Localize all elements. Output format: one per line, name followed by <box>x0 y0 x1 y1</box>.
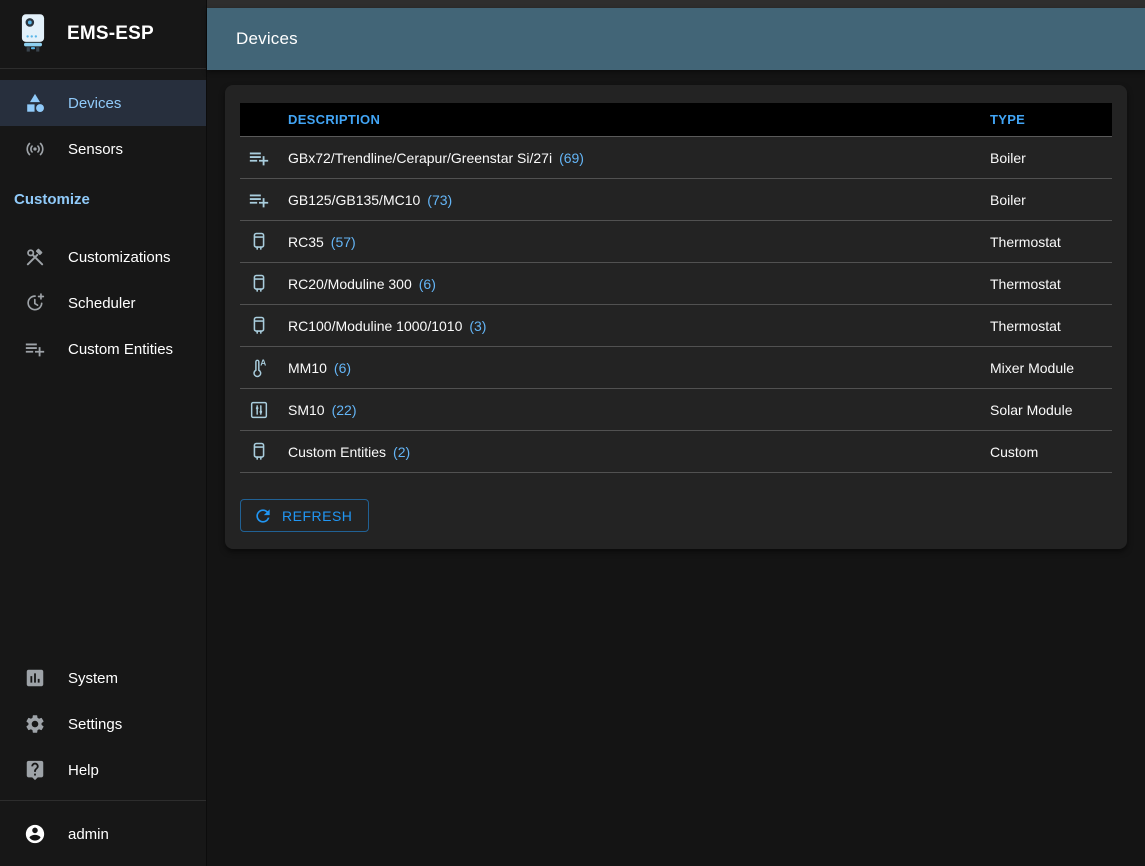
sidebar-item-custom-entities[interactable]: Custom Entities <box>0 326 206 372</box>
device-entity-count: (22) <box>332 402 357 418</box>
device-type: Thermostat <box>990 318 1112 334</box>
device-entity-count: (3) <box>469 318 486 334</box>
table-row[interactable]: GBx72/Trendline/Cerapur/Greenstar Si/27i… <box>240 137 1112 179</box>
sidebar-header: EMS-ESP <box>0 0 206 69</box>
device-type: Boiler <box>990 192 1112 208</box>
category-icon <box>24 92 46 114</box>
sidebar-bottom-nav: System Settings Help <box>0 655 206 793</box>
refresh-button[interactable]: REFRESH <box>240 499 369 532</box>
device-type: Thermostat <box>990 276 1112 292</box>
sidebar-item-system[interactable]: System <box>0 655 206 701</box>
table-row[interactable]: GB125/GB135/MC10 (73) Boiler <box>240 179 1112 221</box>
device-type: Custom <box>990 444 1112 460</box>
sidebar-item-scheduler[interactable]: Scheduler <box>0 280 206 326</box>
device-entity-count: (73) <box>427 192 452 208</box>
sidebar-item-label: Help <box>68 762 99 779</box>
sidebar-customize-nav: Customizations Scheduler Custom Entities <box>0 234 206 372</box>
top-strip <box>207 0 1145 8</box>
device-entity-count: (6) <box>419 276 436 292</box>
solar-module-icon <box>240 399 288 421</box>
sidebar-item-customizations[interactable]: Customizations <box>0 234 206 280</box>
refresh-icon <box>253 506 273 526</box>
user-name: admin <box>68 826 109 843</box>
sidebar-item-devices[interactable]: Devices <box>0 80 206 126</box>
device-entity-count: (2) <box>393 444 410 460</box>
device-icon <box>240 231 288 253</box>
device-description: Custom Entities <box>288 444 386 460</box>
devices-card: DESCRIPTION TYPE GBx72/Trendline/Cerapur… <box>225 85 1127 549</box>
device-entity-count: (69) <box>559 150 584 166</box>
device-description: RC100/Moduline 1000/1010 <box>288 318 462 334</box>
device-type: Mixer Module <box>990 360 1112 376</box>
device-icon <box>240 441 288 463</box>
device-entity-count: (6) <box>334 360 351 376</box>
device-description: RC35 <box>288 234 324 250</box>
sidebar-item-label: Settings <box>68 716 122 733</box>
table-row[interactable]: RC20/Moduline 300 (6) Thermostat <box>240 263 1112 305</box>
device-type: Boiler <box>990 150 1112 166</box>
sidebar-item-sensors[interactable]: Sensors <box>0 126 206 172</box>
sidebar-item-label: Custom Entities <box>68 341 173 358</box>
sidebar-item-label: System <box>68 670 118 687</box>
settings-gear-icon <box>24 713 46 735</box>
device-description: GB125/GB135/MC10 <box>288 192 420 208</box>
table-row[interactable]: A MM10 (6) Mixer Module <box>240 347 1112 389</box>
app-title: EMS-ESP <box>67 23 154 45</box>
device-description: SM10 <box>288 402 325 418</box>
svg-text:A: A <box>260 358 266 367</box>
sidebar-nav: Devices Sensors <box>0 69 206 172</box>
sidebar-section-customize: Customize <box>0 190 206 210</box>
main-area: Devices DESCRIPTION TYPE GBx72/Trendline… <box>207 0 1145 866</box>
sidebar-item-help[interactable]: Help <box>0 747 206 793</box>
sidebar: EMS-ESP Devices <box>0 0 207 866</box>
device-entity-count: (57) <box>331 234 356 250</box>
playlist-add-icon <box>24 338 46 360</box>
construction-icon <box>24 246 46 268</box>
page-title: Devices <box>236 29 298 49</box>
playlist-add-icon <box>240 189 288 211</box>
device-icon <box>240 273 288 295</box>
sidebar-spacer <box>0 372 206 655</box>
boiler-logo-icon <box>14 12 52 56</box>
sidebar-item-settings[interactable]: Settings <box>0 701 206 747</box>
sidebar-item-label: Sensors <box>68 141 123 158</box>
playlist-add-icon <box>240 147 288 169</box>
table-row[interactable]: RC100/Moduline 1000/1010 (3) Thermostat <box>240 305 1112 347</box>
device-description: MM10 <box>288 360 327 376</box>
sidebar-divider <box>0 800 206 801</box>
analytics-icon <box>24 667 46 689</box>
sidebar-item-label: Scheduler <box>68 295 136 312</box>
appbar: Devices <box>207 8 1145 70</box>
sidebar-item-label: Customizations <box>68 249 171 266</box>
table-row[interactable]: RC35 (57) Thermostat <box>240 221 1112 263</box>
table-row[interactable]: Custom Entities (2) Custom <box>240 431 1112 473</box>
device-description: GBx72/Trendline/Cerapur/Greenstar Si/27i <box>288 150 552 166</box>
column-header-description: DESCRIPTION <box>288 112 990 127</box>
device-type: Thermostat <box>990 234 1112 250</box>
account-circle-icon <box>24 823 46 845</box>
sensors-icon <box>24 138 46 160</box>
table-row[interactable]: SM10 (22) Solar Module <box>240 389 1112 431</box>
devices-table: DESCRIPTION TYPE GBx72/Trendline/Cerapur… <box>240 103 1112 473</box>
table-header-row: DESCRIPTION TYPE <box>240 103 1112 137</box>
sidebar-item-label: Devices <box>68 95 121 112</box>
device-type: Solar Module <box>990 402 1112 418</box>
refresh-button-label: REFRESH <box>282 508 352 524</box>
help-icon <box>24 759 46 781</box>
content: DESCRIPTION TYPE GBx72/Trendline/Cerapur… <box>207 70 1145 866</box>
column-header-type: TYPE <box>990 112 1112 127</box>
device-icon <box>240 315 288 337</box>
more-time-icon <box>24 292 46 314</box>
thermostat-auto-icon: A <box>240 357 288 379</box>
device-description: RC20/Moduline 300 <box>288 276 412 292</box>
sidebar-user-admin[interactable]: admin <box>0 811 206 857</box>
